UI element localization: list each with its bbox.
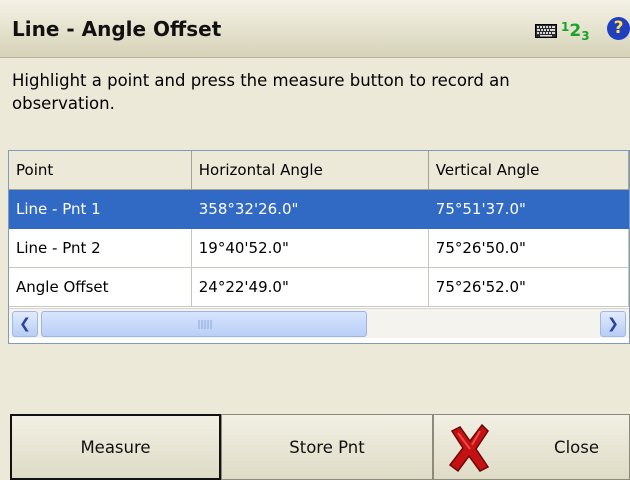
- numeric-input-icon[interactable]: 123: [561, 20, 590, 43]
- column-header-horizontal-angle[interactable]: Horizontal Angle: [191, 151, 429, 190]
- horizontal-scrollbar[interactable]: ❮ ❯: [9, 308, 629, 338]
- window-title: Line - Angle Offset: [12, 17, 222, 41]
- observations-table[interactable]: Point Horizontal Angle Vertical Angle Li…: [8, 150, 630, 344]
- measure-button[interactable]: Measure: [10, 414, 221, 480]
- scroll-left-button[interactable]: ❮: [12, 311, 38, 337]
- table-row[interactable]: Angle Offset 24°22'49.0" 75°26'52.0": [9, 267, 629, 307]
- title-bar: Line - Angle Offset 123 ?: [0, 0, 630, 58]
- scrollbar-thumb[interactable]: [41, 311, 367, 337]
- cell-vertical-angle[interactable]: 75°26'52.0": [428, 267, 629, 307]
- instruction-text: Highlight a point and press the measure …: [12, 71, 510, 113]
- scroll-right-button[interactable]: ❯: [600, 311, 626, 337]
- table-row[interactable]: Line - Pnt 2 19°40'52.0" 75°26'50.0": [9, 228, 629, 268]
- close-button[interactable]: Close: [433, 414, 630, 480]
- cell-horizontal-angle[interactable]: 19°40'52.0": [191, 228, 429, 268]
- keyboard-icon[interactable]: [535, 24, 557, 38]
- chevron-right-icon: ❯: [607, 316, 619, 332]
- cell-point[interactable]: Angle Offset: [9, 267, 192, 307]
- cell-point[interactable]: Line - Pnt 2: [9, 228, 192, 268]
- grip-icon: [198, 320, 212, 329]
- cell-horizontal-angle[interactable]: 358°32'26.0": [191, 189, 429, 229]
- chevron-left-icon: ❮: [19, 316, 31, 332]
- cell-horizontal-angle[interactable]: 24°22'49.0": [191, 267, 429, 307]
- measure-button-label: Measure: [80, 437, 151, 457]
- store-point-button-label: Store Pnt: [289, 437, 365, 457]
- column-header-point[interactable]: Point: [9, 151, 192, 190]
- button-bar: Measure Store Pnt Close: [0, 414, 630, 480]
- column-header-vertical-angle[interactable]: Vertical Angle: [428, 151, 629, 190]
- table-header-row: Point Horizontal Angle Vertical Angle: [9, 151, 629, 190]
- cell-point[interactable]: Line - Pnt 1: [9, 189, 192, 229]
- close-x-icon: [448, 423, 490, 473]
- store-point-button[interactable]: Store Pnt: [221, 414, 433, 480]
- cell-vertical-angle[interactable]: 75°51'37.0": [428, 189, 629, 229]
- close-button-label: Close: [554, 437, 599, 457]
- cell-vertical-angle[interactable]: 75°26'50.0": [428, 228, 629, 268]
- help-icon[interactable]: ?: [607, 17, 630, 40]
- table-row[interactable]: Line - Pnt 1 358°32'26.0" 75°51'37.0": [9, 189, 629, 229]
